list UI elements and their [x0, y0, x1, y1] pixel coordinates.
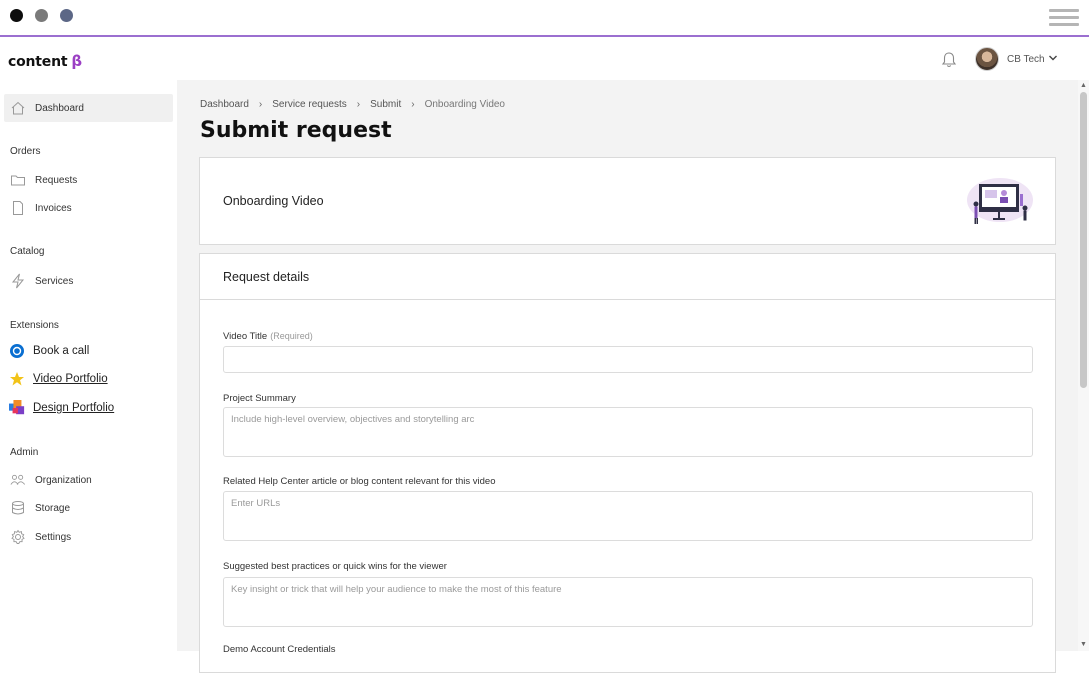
breadcrumb-submit[interactable]: Submit — [370, 99, 401, 110]
section-extensions: Extensions — [10, 320, 59, 331]
sidebar-item-label: Storage — [35, 502, 71, 514]
brand-logo[interactable]: content β — [8, 52, 82, 70]
close-window-button[interactable] — [10, 9, 23, 22]
field-label-text: Video Title — [223, 331, 268, 342]
sidebar-item-storage[interactable]: Storage — [4, 494, 173, 522]
required-note: (Required) — [270, 331, 313, 341]
project-summary-label: Project Summary — [223, 393, 296, 404]
chevron-down-icon[interactable] — [1048, 53, 1058, 63]
sidebar-item-organization[interactable]: Organization — [4, 466, 173, 494]
sidebar-item-label: Services — [35, 275, 74, 287]
sidebar-item-label: Settings — [35, 531, 72, 543]
request-details-form: Request details Video Title (Required) Pr… — [199, 253, 1056, 673]
sidebar-item-label: Organization — [35, 474, 92, 486]
video-title-label: Video Title (Required) — [223, 331, 313, 342]
breadcrumb-service-requests[interactable]: Service requests — [272, 99, 346, 110]
related-content-textarea[interactable]: Enter URLs — [223, 491, 1033, 541]
page-title: Submit request — [200, 118, 392, 143]
service-card: Onboarding Video — [199, 157, 1056, 245]
sidebar-item-dashboard[interactable]: Dashboard — [4, 94, 173, 122]
sidebar-item-label: Requests — [35, 174, 78, 186]
chevron-right-icon: › — [356, 99, 361, 110]
section-orders: Orders — [10, 146, 41, 157]
sidebar-item-requests[interactable]: Requests — [4, 166, 173, 194]
video-presentation-illustration — [967, 178, 1033, 224]
minimize-window-button[interactable] — [35, 9, 48, 22]
form-title: Request details — [200, 254, 1055, 300]
sidebar-item-video-portfolio[interactable]: Video Portfolio — [9, 371, 108, 387]
user-name[interactable]: CB Tech — [1007, 54, 1045, 65]
maximize-window-button[interactable] — [60, 9, 73, 22]
window-chrome — [0, 0, 1089, 37]
folder-icon — [10, 172, 26, 188]
calendar-circle-icon — [9, 343, 25, 359]
related-content-label: Related Help Center article or blog cont… — [223, 476, 496, 487]
breadcrumb: Dashboard › Service requests › Submit › … — [200, 99, 505, 110]
logo-beta: β — [71, 52, 82, 70]
scroll-up-arrow-icon[interactable]: ▲ — [1080, 82, 1087, 89]
avatar[interactable] — [975, 47, 999, 71]
sidebar-item-services[interactable]: Services — [4, 267, 173, 295]
section-admin: Admin — [10, 447, 39, 458]
service-name: Onboarding Video — [223, 194, 324, 208]
logo-text: content — [8, 54, 68, 70]
sidebar-item-invoices[interactable]: Invoices — [4, 194, 173, 222]
chevron-right-icon: › — [258, 99, 263, 110]
demo-credentials-label: Demo Account Credentials — [223, 644, 336, 655]
video-title-input[interactable] — [223, 346, 1033, 373]
scrollbar-thumb[interactable] — [1080, 92, 1087, 388]
color-blocks-icon — [9, 400, 25, 416]
bell-icon[interactable] — [941, 51, 957, 69]
breadcrumb-current: Onboarding Video — [424, 99, 505, 110]
scroll-down-arrow-icon[interactable]: ▼ — [1080, 641, 1087, 648]
breadcrumb-dashboard[interactable]: Dashboard — [200, 99, 249, 110]
best-practices-textarea[interactable]: Key insight or trick that will help your… — [223, 577, 1033, 627]
sidebar-item-design-portfolio[interactable]: Design Portfolio — [9, 400, 114, 416]
sidebar-item-label: Dashboard — [35, 102, 84, 114]
sidebar-item-label: Design Portfolio — [33, 402, 115, 414]
sidebar-item-book-a-call[interactable]: Book a call — [9, 343, 89, 359]
sidebar: Dashboard Orders Requests Invoices Catal… — [0, 80, 177, 651]
people-icon — [10, 472, 26, 488]
database-icon — [10, 500, 26, 516]
best-practices-label: Suggested best practices or quick wins f… — [223, 561, 447, 572]
hamburger-icon[interactable] — [1049, 9, 1079, 27]
section-catalog: Catalog — [10, 246, 45, 257]
sidebar-item-label: Invoices — [35, 202, 72, 214]
home-icon — [10, 100, 26, 116]
sidebar-item-label: Video Portfolio — [33, 373, 108, 385]
main-content: Dashboard › Service requests › Submit › … — [177, 80, 1078, 673]
sidebar-item-settings[interactable]: Settings — [4, 523, 173, 551]
bolt-icon — [10, 273, 26, 289]
gear-icon — [10, 529, 26, 545]
sidebar-item-label: Book a call — [33, 345, 90, 357]
project-summary-textarea[interactable]: Include high-level overview, objectives … — [223, 407, 1033, 457]
star-icon — [9, 371, 25, 387]
page-scrollbar[interactable]: ▲ ▼ — [1078, 80, 1089, 651]
top-bar: content β CB Tech — [0, 39, 1089, 80]
document-icon — [10, 200, 26, 216]
chevron-right-icon: › — [411, 99, 415, 110]
